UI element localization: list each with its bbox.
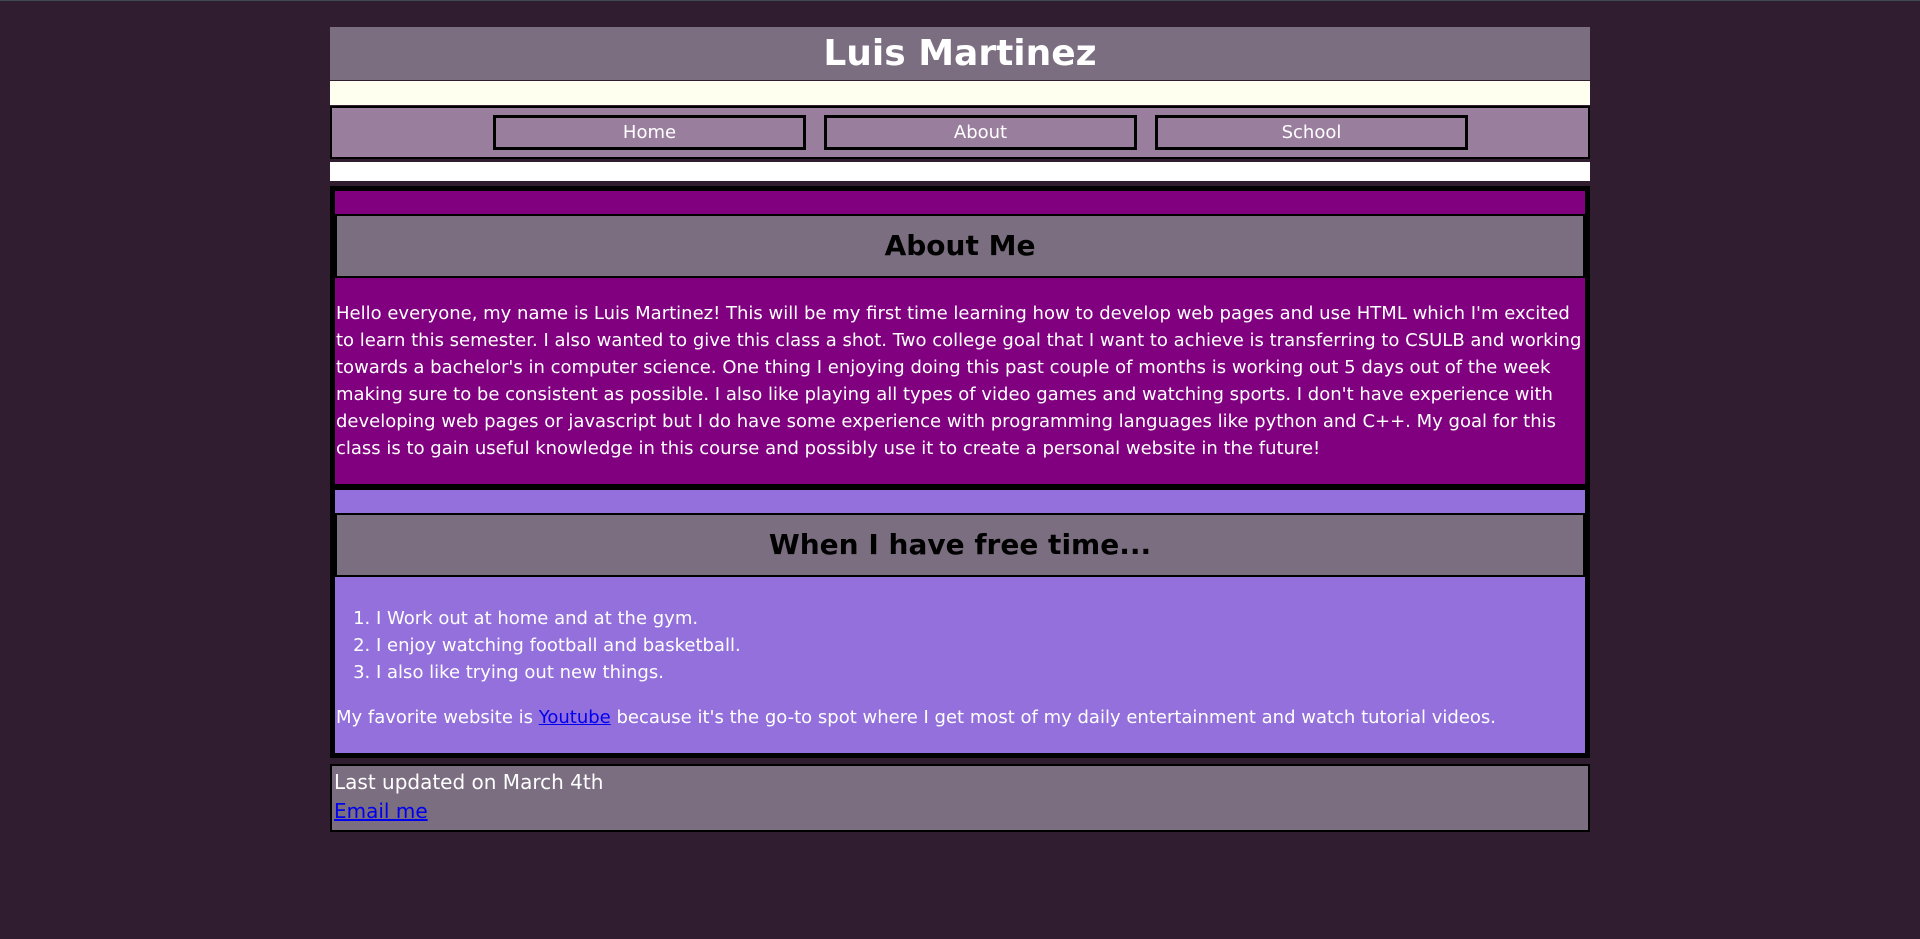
nav-school-button[interactable]: School bbox=[1155, 115, 1468, 150]
header-stripe bbox=[330, 81, 1590, 105]
about-paragraph: Hello everyone, my name is Luis Martinez… bbox=[336, 303, 1582, 459]
favorite-prefix: My favorite website is bbox=[336, 707, 539, 728]
about-section-body: Hello everyone, my name is Luis Martinez… bbox=[335, 278, 1585, 484]
free-time-section-body: I Work out at home and at the gym. I enj… bbox=[335, 577, 1585, 753]
free-time-heading: When I have free time... bbox=[337, 515, 1583, 575]
top-border-line bbox=[0, 0, 1920, 1]
page-container: Luis Martinez Home About School About Me… bbox=[330, 27, 1590, 832]
free-time-list: I Work out at home and at the gym. I enj… bbox=[336, 605, 1583, 686]
list-item: I enjoy watching football and basketball… bbox=[376, 632, 1583, 659]
nav-home-button[interactable]: Home bbox=[493, 115, 806, 150]
about-heading: About Me bbox=[337, 216, 1583, 276]
list-item: I Work out at home and at the gym. bbox=[376, 605, 1583, 632]
free-time-section-bar bbox=[335, 490, 1585, 513]
nav-about-button[interactable]: About bbox=[824, 115, 1137, 150]
about-section-bar bbox=[335, 191, 1585, 214]
about-heading-frame: About Me bbox=[335, 214, 1585, 278]
site-title: Luis Martinez bbox=[823, 33, 1097, 74]
free-time-heading-frame: When I have free time... bbox=[335, 513, 1585, 577]
last-updated-text: Last updated on March 4th bbox=[334, 770, 604, 794]
email-me-link[interactable]: Email me bbox=[334, 799, 428, 823]
youtube-link[interactable]: Youtube bbox=[539, 707, 611, 728]
list-item: I also like trying out new things. bbox=[376, 659, 1583, 686]
favorite-suffix: because it's the go-to spot where I get … bbox=[610, 707, 1497, 728]
favorite-website-text: My favorite website is Youtube because i… bbox=[336, 704, 1583, 731]
site-header: Luis Martinez bbox=[330, 27, 1590, 80]
site-footer: Last updated on March 4th Email me bbox=[330, 764, 1590, 832]
nav-stripe bbox=[330, 162, 1590, 181]
main-content: About Me Hello everyone, my name is Luis… bbox=[330, 186, 1590, 758]
nav-bar: Home About School bbox=[330, 106, 1590, 159]
